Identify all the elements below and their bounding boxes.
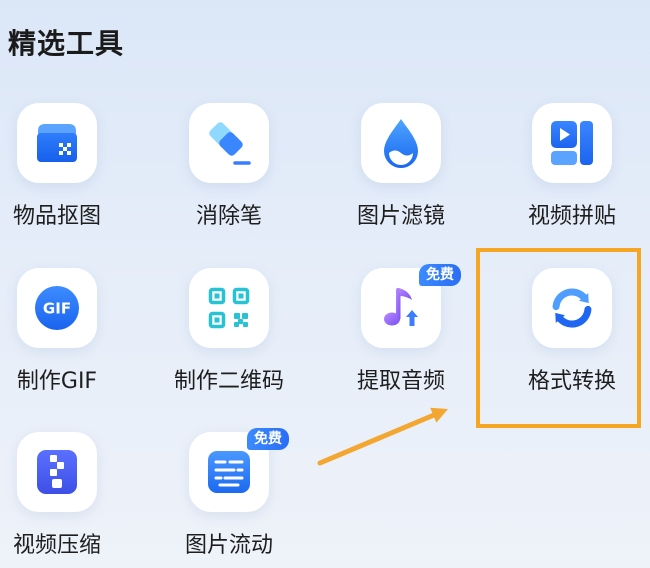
tool-label: 消除笔 bbox=[195, 204, 262, 229]
tool-label: 图片流动 bbox=[184, 533, 273, 558]
free-badge: 免费 bbox=[419, 264, 461, 286]
section-title: 精选工具 bbox=[8, 27, 125, 60]
free-badge: 免费 bbox=[247, 428, 289, 450]
gif-icon-text: GIF bbox=[43, 300, 71, 318]
tool-extract-audio[interactable]: 免费 提取音频 bbox=[344, 264, 461, 398]
tool-image-flow[interactable]: 免费 图片流动 bbox=[172, 428, 289, 562]
qr-code-icon bbox=[189, 268, 269, 348]
tool-label: 视频拼贴 bbox=[527, 204, 616, 229]
object-cutout-icon bbox=[17, 103, 97, 183]
tool-label: 制作二维码 bbox=[173, 369, 284, 394]
zip-compress-icon bbox=[17, 432, 97, 512]
tool-label: 格式转换 bbox=[527, 369, 616, 394]
tool-label: 制作GIF bbox=[16, 369, 98, 394]
tool-make-qr-code[interactable]: 制作二维码 bbox=[172, 268, 286, 398]
water-drop-filter-icon bbox=[361, 103, 441, 183]
gif-icon: GIF bbox=[17, 268, 97, 348]
tool-label: 图片滤镜 bbox=[356, 204, 445, 229]
tool-make-gif[interactable]: GIF 制作GIF bbox=[0, 268, 114, 398]
tool-object-cutout[interactable]: 物品抠图 bbox=[0, 103, 114, 233]
tool-video-collage[interactable]: 视频拼贴 bbox=[515, 103, 629, 233]
tool-format-convert[interactable]: 格式转换 bbox=[515, 268, 629, 398]
video-collage-icon bbox=[532, 103, 612, 183]
tool-label: 提取音频 bbox=[356, 369, 445, 394]
tool-label: 物品抠图 bbox=[12, 204, 101, 229]
tool-eraser-pen[interactable]: 消除笔 bbox=[172, 103, 286, 233]
tool-label: 视频压缩 bbox=[12, 533, 101, 558]
eraser-icon bbox=[189, 103, 269, 183]
refresh-arrows-icon bbox=[532, 268, 612, 348]
tool-video-compress[interactable]: 视频压缩 bbox=[0, 432, 114, 562]
tool-image-filter[interactable]: 图片滤镜 bbox=[344, 103, 458, 233]
